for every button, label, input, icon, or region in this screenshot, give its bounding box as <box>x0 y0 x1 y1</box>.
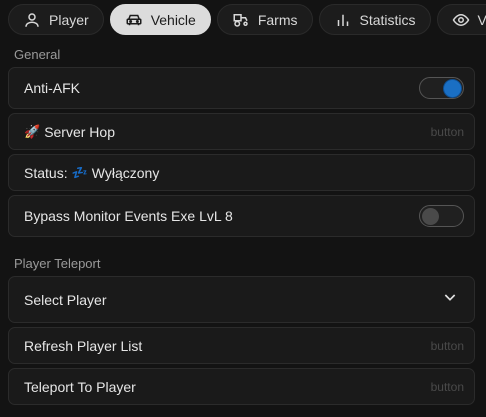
eye-icon <box>452 11 470 29</box>
tab-bar: Player Vehicle Farms Statistics Visu <box>8 4 486 35</box>
button-hint: button <box>430 379 464 394</box>
rocket-icon: 🚀 <box>24 124 41 139</box>
tractor-icon <box>232 11 250 29</box>
tab-vehicle[interactable]: Vehicle <box>109 4 211 35</box>
bypass-label: Bypass Monitor Events Exe LvL 8 <box>24 208 233 224</box>
server-hop-button[interactable]: 🚀 Server Hop button <box>8 113 475 150</box>
tab-visuals[interactable]: Visu <box>436 4 486 35</box>
section-label-general: General <box>14 47 61 62</box>
chevron-down-icon <box>442 289 458 310</box>
toggle-knob <box>422 208 439 225</box>
button-hint: button <box>430 124 464 139</box>
section-label-player-teleport: Player Teleport <box>14 256 101 271</box>
anti-afk-label: Anti-AFK <box>24 80 81 96</box>
button-hint: button <box>430 338 464 353</box>
select-player-dropdown[interactable]: Select Player <box>8 276 475 323</box>
bar-chart-icon <box>334 11 352 29</box>
refresh-player-list-label: Refresh Player List <box>24 337 143 354</box>
status-prefix: Status: <box>24 164 68 181</box>
toggle-knob <box>444 80 461 97</box>
car-icon <box>125 11 143 29</box>
anti-afk-row: Anti-AFK <box>8 67 475 109</box>
status-row: Status: 💤 Wyłączony <box>8 154 475 191</box>
teleport-to-player-label: Teleport To Player <box>24 378 136 395</box>
tab-player[interactable]: Player <box>8 4 104 35</box>
bypass-row: Bypass Monitor Events Exe LvL 8 <box>8 195 475 237</box>
tab-label: Statistics <box>359 11 416 28</box>
server-hop-label: Server Hop <box>44 123 115 140</box>
tab-farms[interactable]: Farms <box>216 4 313 35</box>
sleep-icon: 💤 <box>71 165 88 180</box>
tab-label: Player <box>49 11 89 28</box>
server-hop-label-group: 🚀 Server Hop <box>24 124 115 140</box>
status-value: Wyłączony <box>91 164 160 181</box>
refresh-player-list-button[interactable]: Refresh Player List button <box>8 327 475 364</box>
tab-statistics[interactable]: Statistics <box>318 4 431 35</box>
select-player-label: Select Player <box>24 291 107 308</box>
tab-label: Vehicle <box>150 11 196 28</box>
teleport-to-player-button[interactable]: Teleport To Player button <box>8 368 475 405</box>
anti-afk-toggle[interactable] <box>419 77 464 99</box>
tab-label: Farms <box>257 11 298 28</box>
tab-label: Visu <box>477 11 486 28</box>
user-icon <box>23 11 41 29</box>
status-label-group: Status: 💤 Wyłączony <box>24 165 159 181</box>
bypass-toggle[interactable] <box>419 205 464 227</box>
